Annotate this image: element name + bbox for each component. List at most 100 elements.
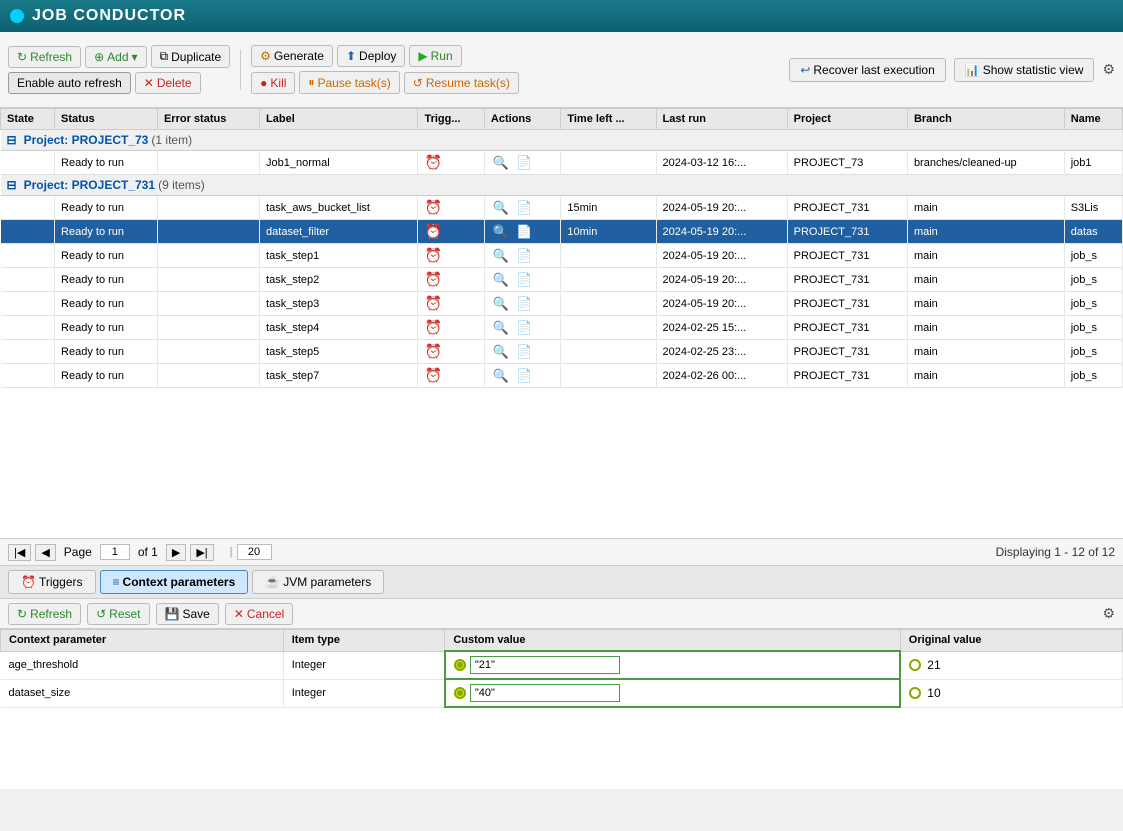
cell-state xyxy=(1,244,55,268)
generate-button[interactable]: ⚙ Generate xyxy=(251,45,333,67)
cell-error-status xyxy=(157,151,259,175)
table-row[interactable]: Ready to run task_step2 ⏰ 🔍 📄 2024-05-19… xyxy=(1,268,1123,292)
show-statistic-view-button[interactable]: 📊 Show statistic view xyxy=(954,58,1095,82)
param-custom-cell xyxy=(445,679,900,707)
original-value-radio[interactable] xyxy=(909,659,921,671)
cell-last-run: 2024-03-12 16:... xyxy=(656,151,787,175)
prev-page-button[interactable]: ◀ xyxy=(35,544,55,561)
search-action-icon[interactable]: 🔍 xyxy=(493,368,509,383)
doc-action-icon[interactable]: 📄 xyxy=(516,368,532,383)
first-page-button[interactable]: |◀ xyxy=(8,544,31,561)
project-name: Project: PROJECT_73 xyxy=(24,133,149,147)
jvm-icon: ☕ xyxy=(265,575,280,589)
context-param-row: dataset_size Integer 10 xyxy=(1,679,1123,707)
table-row[interactable]: Ready to run task_step4 ⏰ 🔍 📄 2024-02-25… xyxy=(1,316,1123,340)
resume-tasks-button[interactable]: ↺ Resume task(s) xyxy=(404,72,519,94)
doc-action-icon[interactable]: 📄 xyxy=(516,272,532,287)
deploy-button[interactable]: ⬆ Deploy xyxy=(337,45,405,67)
kill-button[interactable]: ● Kill xyxy=(251,72,295,94)
cell-actions: 🔍 📄 xyxy=(484,292,560,316)
doc-action-icon[interactable]: 📄 xyxy=(516,155,532,170)
duplicate-icon: ⧉ xyxy=(160,49,169,64)
doc-action-icon[interactable]: 📄 xyxy=(516,200,532,215)
cell-project: PROJECT_731 xyxy=(787,316,907,340)
separator: | xyxy=(230,546,233,558)
reset-icon: ↺ xyxy=(96,607,106,621)
cell-error-status xyxy=(157,364,259,388)
doc-action-icon[interactable]: 📄 xyxy=(516,224,532,239)
bottom-panel: ↻ Refresh ↺ Reset 💾 Save ✕ Cancel ⚙ Cont… xyxy=(0,599,1123,789)
search-action-icon[interactable]: 🔍 xyxy=(493,320,509,335)
project-expand-icon[interactable]: ⊟ xyxy=(7,178,17,192)
cell-name: job_s xyxy=(1064,268,1122,292)
custom-value-radio[interactable] xyxy=(454,659,466,671)
enable-auto-refresh-button[interactable]: Enable auto refresh xyxy=(8,72,131,94)
search-action-icon[interactable]: 🔍 xyxy=(493,248,509,263)
add-button[interactable]: ⊕ Add ▾ xyxy=(85,46,146,68)
custom-value-radio[interactable] xyxy=(454,687,466,699)
table-body: ⊟ Project: PROJECT_73 (1 item) Ready to … xyxy=(1,130,1123,388)
search-action-icon[interactable]: 🔍 xyxy=(493,272,509,287)
original-value: 21 xyxy=(927,658,940,672)
tab-triggers[interactable]: ⏰ Triggers xyxy=(8,570,96,594)
cell-time-left xyxy=(561,340,656,364)
table-row[interactable]: Ready to run Job1_normal ⏰ 🔍 📄 2024-03-1… xyxy=(1,151,1123,175)
col-trigger: Trigg... xyxy=(418,109,484,130)
deploy-icon: ⬆ xyxy=(346,49,356,63)
pause-tasks-button[interactable]: ⏸ Pause task(s) xyxy=(299,71,399,94)
table-row[interactable]: Ready to run dataset_filter ⏰ 🔍 📄 10min … xyxy=(1,220,1123,244)
table-row[interactable]: Ready to run task_step1 ⏰ 🔍 📄 2024-05-19… xyxy=(1,244,1123,268)
search-action-icon[interactable]: 🔍 xyxy=(493,200,509,215)
cell-project: PROJECT_73 xyxy=(787,151,907,175)
context-params-table-container: Context parameter Item type Custom value… xyxy=(0,629,1123,789)
custom-value-input-age[interactable] xyxy=(470,656,620,674)
cancel-button[interactable]: ✕ Cancel xyxy=(225,603,293,625)
bottom-settings-icon[interactable]: ⚙ xyxy=(1102,605,1115,622)
next-page-button[interactable]: ▶ xyxy=(166,544,186,561)
cell-last-run: 2024-05-19 20:... xyxy=(656,244,787,268)
search-action-icon[interactable]: 🔍 xyxy=(493,344,509,359)
delete-button[interactable]: ✕ Delete xyxy=(135,72,201,94)
doc-action-icon[interactable]: 📄 xyxy=(516,320,532,335)
cell-name: S3Lis xyxy=(1064,196,1122,220)
page-size-input[interactable] xyxy=(237,544,272,560)
original-value-radio[interactable] xyxy=(909,687,921,699)
table-row[interactable]: Ready to run task_step5 ⏰ 🔍 📄 2024-02-25… xyxy=(1,340,1123,364)
cell-time-left xyxy=(561,292,656,316)
recover-last-execution-button[interactable]: ↩ Recover last execution xyxy=(789,58,945,82)
tab-context-parameters[interactable]: ≡ Context parameters xyxy=(100,570,249,594)
cell-actions: 🔍 📄 xyxy=(484,244,560,268)
cell-branch: main xyxy=(907,244,1064,268)
reset-button[interactable]: ↺ Reset xyxy=(87,603,149,625)
clock-icon: ⏰ xyxy=(424,367,441,383)
custom-value-input-dataset[interactable] xyxy=(470,684,620,702)
refresh-button[interactable]: ↻ Refresh xyxy=(8,46,81,68)
bottom-refresh-button[interactable]: ↻ Refresh xyxy=(8,603,81,625)
table-row[interactable]: Ready to run task_aws_bucket_list ⏰ 🔍 📄 … xyxy=(1,196,1123,220)
doc-action-icon[interactable]: 📄 xyxy=(516,344,532,359)
last-page-button[interactable]: ▶| xyxy=(190,544,213,561)
doc-action-icon[interactable]: 📄 xyxy=(516,248,532,263)
search-action-icon[interactable]: 🔍 xyxy=(493,155,509,170)
tab-jvm-parameters[interactable]: ☕ JVM parameters xyxy=(252,570,384,594)
page-input[interactable] xyxy=(100,544,130,560)
table-row[interactable]: Ready to run task_step3 ⏰ 🔍 📄 2024-05-19… xyxy=(1,292,1123,316)
cell-last-run: 2024-02-26 00:... xyxy=(656,364,787,388)
cell-actions: 🔍 📄 xyxy=(484,316,560,340)
project-row: ⊟ Project: PROJECT_731 (9 items) xyxy=(1,175,1123,196)
cell-state xyxy=(1,151,55,175)
toolbar-row-2: Enable auto refresh ✕ Delete xyxy=(8,72,230,94)
table-row[interactable]: Ready to run task_step7 ⏰ 🔍 📄 2024-02-26… xyxy=(1,364,1123,388)
doc-action-icon[interactable]: 📄 xyxy=(516,296,532,311)
cell-error-status xyxy=(157,196,259,220)
cell-status: Ready to run xyxy=(55,220,158,244)
cell-name: job_s xyxy=(1064,364,1122,388)
search-action-icon[interactable]: 🔍 xyxy=(493,224,509,239)
duplicate-button[interactable]: ⧉ Duplicate xyxy=(151,45,231,68)
project-expand-icon[interactable]: ⊟ xyxy=(7,133,17,147)
run-button[interactable]: ▶ Run xyxy=(409,45,461,67)
cell-error-status xyxy=(157,292,259,316)
save-button[interactable]: 💾 Save xyxy=(156,603,219,625)
settings-icon[interactable]: ⚙ xyxy=(1102,61,1115,78)
search-action-icon[interactable]: 🔍 xyxy=(493,296,509,311)
